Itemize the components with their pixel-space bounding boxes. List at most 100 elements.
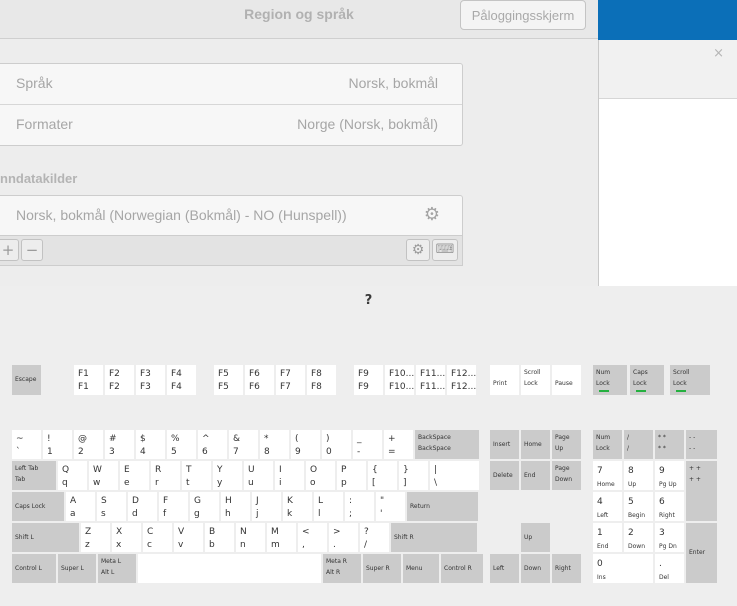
key-key[interactable]: " ' xyxy=(376,492,405,521)
kp-divide-key[interactable]: / / xyxy=(624,430,653,459)
menu-key[interactable]: Menu xyxy=(403,554,439,583)
scroll-lock-key[interactable]: Scroll Lock xyxy=(521,365,550,395)
g-key[interactable]: Gg xyxy=(190,492,219,521)
f5-key[interactable]: F5 F5 xyxy=(214,365,243,395)
i-key[interactable]: Ii xyxy=(275,461,304,490)
key-key[interactable]: {[ xyxy=(368,461,397,490)
up-key[interactable]: Up xyxy=(521,523,550,552)
a-key[interactable]: Aa xyxy=(66,492,95,521)
8-key[interactable]: * 8 xyxy=(260,430,289,459)
page-down-key[interactable]: Page Down xyxy=(552,461,581,490)
remove-input-source-button[interactable]: − xyxy=(21,239,43,261)
keyboard-layout-icon[interactable]: ⌨ xyxy=(432,239,458,261)
super-r-key[interactable]: Super R xyxy=(363,554,401,583)
caps-lock-ind-key[interactable]: Caps Lock xyxy=(630,365,664,395)
left-key[interactable]: Left xyxy=(490,554,519,583)
w-key[interactable]: Ww xyxy=(89,461,118,490)
f7-key[interactable]: F7 F7 xyxy=(276,365,305,395)
v-key[interactable]: Vv xyxy=(174,523,203,552)
super-l-key[interactable]: Super L xyxy=(58,554,96,583)
key-key[interactable]: ~ ` xyxy=(12,430,41,459)
u-key[interactable]: Uu xyxy=(244,461,273,490)
shift-r-key[interactable]: Shift R xyxy=(391,523,477,552)
f1-key[interactable]: F1 F1 xyxy=(74,365,103,395)
kp-decimal-key[interactable]: . Del xyxy=(655,554,684,583)
formats-row[interactable]: Formater Norge (Norsk, bokmål) xyxy=(0,104,462,145)
escape-key[interactable]: Escape xyxy=(12,365,41,395)
f-key[interactable]: Ff xyxy=(159,492,188,521)
n-key[interactable]: Nn xyxy=(236,523,265,552)
page-up-key[interactable]: Page Up xyxy=(552,430,581,459)
k-key[interactable]: Kk xyxy=(283,492,312,521)
3-key[interactable]: #3 xyxy=(105,430,134,459)
m-key[interactable]: Mm xyxy=(267,523,296,552)
5-key[interactable]: % 5 xyxy=(167,430,196,459)
e-key[interactable]: Ee xyxy=(120,461,149,490)
shift-l-key[interactable]: Shift L xyxy=(12,523,79,552)
kp-0-key[interactable]: 0 Ins xyxy=(593,554,653,583)
1-key[interactable]: ! 1 xyxy=(43,430,72,459)
backspace-key[interactable]: BackSpace BackSpace xyxy=(415,430,479,459)
f9-key[interactable]: F9 F9 xyxy=(354,365,383,395)
add-input-source-button[interactable]: + xyxy=(0,239,19,261)
close-icon[interactable]: × xyxy=(713,46,724,61)
insert-key[interactable]: Insert xyxy=(490,430,519,459)
q-key[interactable]: Qq xyxy=(58,461,87,490)
t-key[interactable]: Tt xyxy=(182,461,211,490)
kp-7-key[interactable]: 7 Home xyxy=(593,461,622,490)
kp-enter-key[interactable]: Enter xyxy=(686,523,717,583)
kp-3-key[interactable]: 3 Pg Dn xyxy=(655,523,684,552)
settings-gear-icon[interactable]: ⚙ xyxy=(406,239,430,261)
o-key[interactable]: Oo xyxy=(306,461,335,490)
z-key[interactable]: Zz xyxy=(81,523,110,552)
key-key[interactable]: + = xyxy=(384,430,413,459)
kp-1-key[interactable]: 1 End xyxy=(593,523,622,552)
print-key[interactable]: Print xyxy=(490,365,519,395)
2-key[interactable]: @2 xyxy=(74,430,103,459)
delete-key[interactable]: Delete xyxy=(490,461,519,490)
num-lock-key[interactable]: Num Lock xyxy=(593,430,622,459)
kp-8-key[interactable]: 8 Up xyxy=(624,461,653,490)
control-r-key[interactable]: Control R xyxy=(441,554,483,583)
f12-key[interactable]: F12... F12... xyxy=(447,365,476,395)
key-key[interactable]: >. xyxy=(329,523,358,552)
kp-multiply-key[interactable]: * * * * xyxy=(655,430,684,459)
right-key[interactable]: Right xyxy=(552,554,581,583)
c-key[interactable]: Cc xyxy=(143,523,172,552)
7-key[interactable]: & 7 xyxy=(229,430,258,459)
f4-key[interactable]: F4 F4 xyxy=(167,365,196,395)
kp-6-key[interactable]: 6 Right xyxy=(655,492,684,521)
tab-key[interactable]: Left Tab Tab xyxy=(12,461,56,490)
key-key[interactable]: <, xyxy=(298,523,327,552)
return-key[interactable]: Return xyxy=(407,492,478,521)
control-l-key[interactable]: Control L xyxy=(12,554,56,583)
key-key[interactable]: }] xyxy=(399,461,428,490)
0-key[interactable]: ) 0 xyxy=(322,430,351,459)
kp-minus-key[interactable]: - - - - xyxy=(686,430,717,459)
end-key[interactable]: End xyxy=(521,461,550,490)
f2-key[interactable]: F2 F2 xyxy=(105,365,134,395)
login-screen-button[interactable]: Påloggingsskjerm xyxy=(460,0,586,30)
f10-key[interactable]: F10... F10... xyxy=(385,365,414,395)
l-key[interactable]: Ll xyxy=(314,492,343,521)
kp-plus-key[interactable]: + + + + xyxy=(686,461,717,521)
language-row[interactable]: Språk Norsk, bokmål xyxy=(0,64,462,104)
key-key[interactable]: :; xyxy=(345,492,374,521)
key-key[interactable]: _ - xyxy=(353,430,382,459)
b-key[interactable]: Bb xyxy=(205,523,234,552)
pause-key[interactable]: Pause xyxy=(552,365,581,395)
kp-9-key[interactable]: 9 Pg Up xyxy=(655,461,684,490)
f3-key[interactable]: F3 F3 xyxy=(136,365,165,395)
r-key[interactable]: Rr xyxy=(151,461,180,490)
h-key[interactable]: Hh xyxy=(221,492,250,521)
4-key[interactable]: $4 xyxy=(136,430,165,459)
kp-2-key[interactable]: 2 Down xyxy=(624,523,653,552)
6-key[interactable]: ^ 6 xyxy=(198,430,227,459)
home-key[interactable]: Home xyxy=(521,430,550,459)
kp-5-key[interactable]: 5 Begin xyxy=(624,492,653,521)
alt-r-key[interactable]: Meta R Alt R xyxy=(323,554,361,583)
x-key[interactable]: Xx xyxy=(112,523,141,552)
9-key[interactable]: (9 xyxy=(291,430,320,459)
down-key[interactable]: Down xyxy=(521,554,550,583)
f6-key[interactable]: F6 F6 xyxy=(245,365,274,395)
